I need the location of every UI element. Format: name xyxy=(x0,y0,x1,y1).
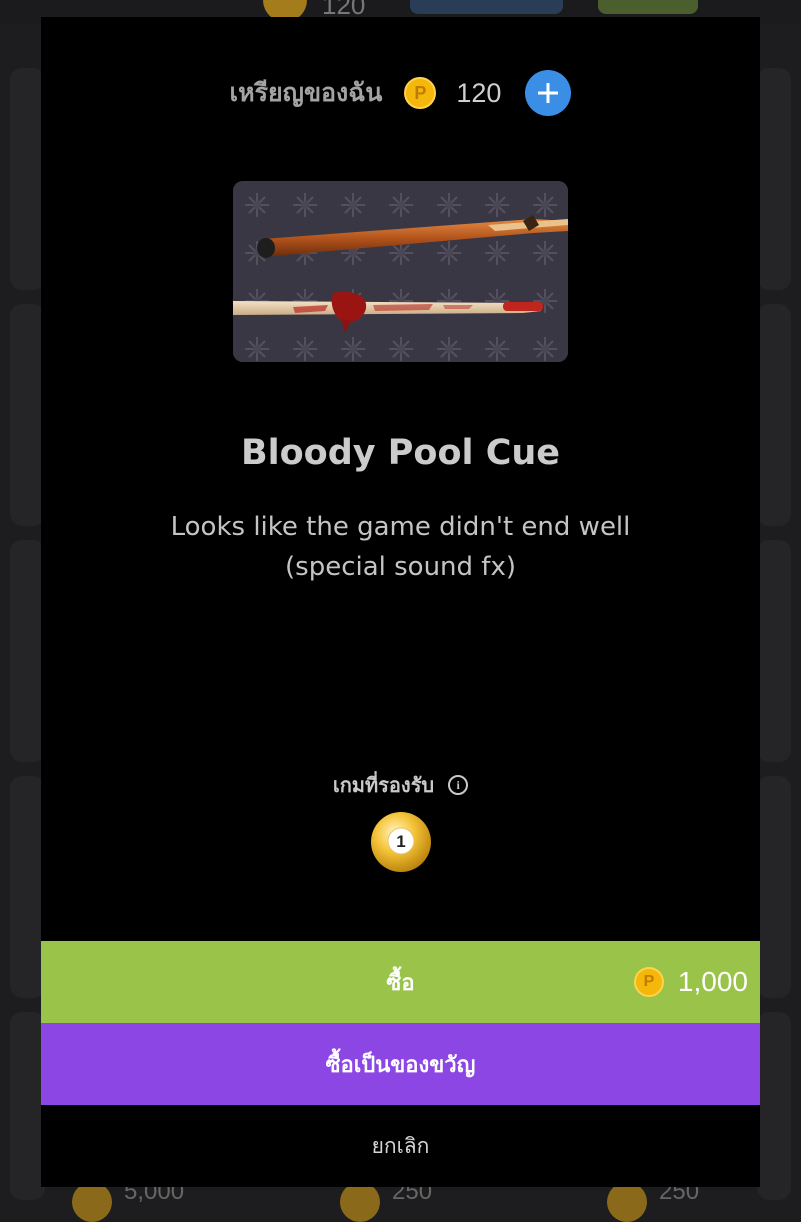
background-card xyxy=(757,304,791,526)
background-card xyxy=(10,68,45,290)
add-coins-button[interactable] xyxy=(525,70,572,116)
plus-icon xyxy=(538,83,559,103)
coin-balance-label: เหรียญของฉัน xyxy=(229,78,383,107)
background-card xyxy=(757,1012,791,1200)
supported-games-label: เกมที่รองรับ xyxy=(332,773,435,797)
item-description: Looks like the game didn't end well (spe… xyxy=(101,507,700,587)
background-card xyxy=(757,776,791,998)
supported-games-row: เกมที่รองรับ i xyxy=(41,769,760,801)
background-blue-button xyxy=(410,0,563,14)
coin-icon: P xyxy=(404,77,437,109)
item-description-line: Looks like the game didn't end well xyxy=(170,512,631,542)
background-card xyxy=(10,304,45,526)
background-card xyxy=(10,776,45,998)
buy-as-gift-button[interactable]: ซื้อเป็นของขวัญ xyxy=(41,1023,760,1105)
item-description-line: (special sound fx) xyxy=(285,552,516,582)
background-green-button xyxy=(598,0,698,14)
buy-price: P 1,000 xyxy=(633,941,748,1023)
buy-button[interactable]: ซื้อ P 1,000 xyxy=(41,941,760,1023)
coin-balance-header: เหรียญของฉัน P 120 xyxy=(41,70,760,116)
buy-price-value: 1,000 xyxy=(677,966,748,997)
background-coin-icon xyxy=(340,1182,380,1222)
cancel-button[interactable]: ยกเลิก xyxy=(41,1105,760,1187)
item-image xyxy=(233,181,568,362)
background-coin-icon xyxy=(607,1182,647,1222)
coin-icon: P xyxy=(633,967,664,997)
background-coin-icon xyxy=(72,1182,112,1222)
background-card xyxy=(757,540,791,762)
item-title: Bloody Pool Cue xyxy=(240,433,561,473)
background-card xyxy=(10,1012,45,1200)
billiard-ball-1-icon: 1 xyxy=(370,811,432,873)
purchase-modal: เหรียญของฉัน P 120 Bloody Pool Cue Looks… xyxy=(41,17,760,1187)
background-card xyxy=(10,540,45,762)
ball-number: 1 xyxy=(396,832,405,851)
background-card xyxy=(757,68,791,290)
info-icon[interactable]: i xyxy=(448,775,469,795)
coin-balance-count: 120 xyxy=(456,77,502,108)
